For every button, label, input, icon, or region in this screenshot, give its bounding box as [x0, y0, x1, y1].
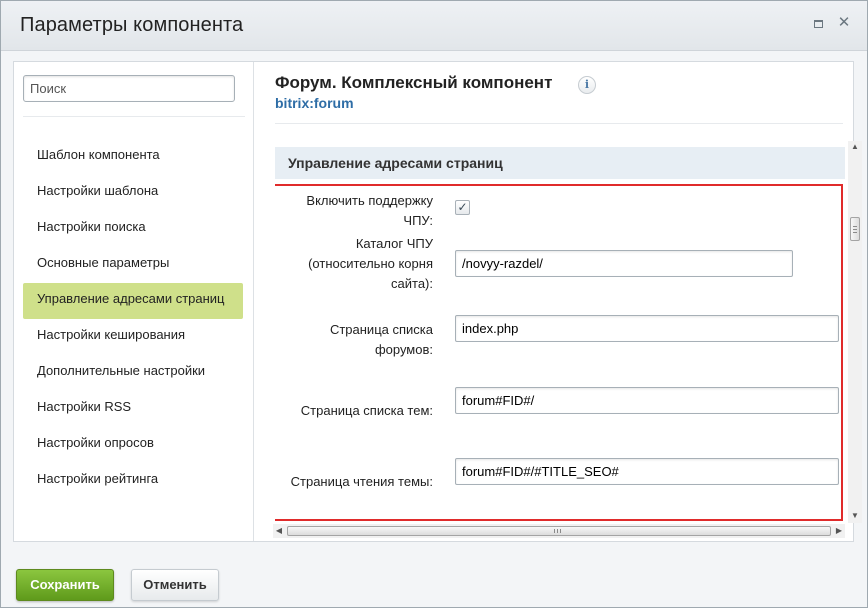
vertical-scroll-thumb[interactable] — [850, 217, 860, 241]
forum-list-label-line2: форумов: — [374, 342, 433, 357]
topic-read-label: Страница чтения темы: — [290, 474, 433, 489]
topic-list-label: Страница списка тем: — [300, 403, 433, 418]
dialog-titlebar[interactable]: Параметры компонента ✕ — [1, 1, 867, 51]
sef-folder-label-line3: сайта): — [391, 276, 433, 291]
sidebar-item-template[interactable]: Шаблон компонента — [23, 139, 243, 175]
sef-enable-label-line1: Включить поддержку — [306, 193, 433, 208]
main-panel: Форум. Комплексный компонент i bitrix:fo… — [255, 62, 862, 541]
horizontal-scroll-thumb[interactable] — [287, 526, 831, 536]
sidebar-item-rating[interactable]: Настройки рейтинга — [23, 463, 243, 499]
topic-read-input[interactable] — [455, 458, 839, 485]
component-title: Форум. Комплексный компонент — [275, 73, 553, 92]
scroll-right-icon[interactable]: ▶ — [834, 526, 844, 536]
sef-enable-label-line2: ЧПУ: — [403, 213, 433, 228]
sidebar-item-basic-params[interactable]: Основные параметры — [23, 247, 243, 283]
info-icon[interactable]: i — [578, 76, 596, 94]
sef-folder-label-line1: Каталог ЧПУ — [355, 236, 433, 251]
sef-folder-label: Каталог ЧПУ (относительно корня сайта): — [275, 234, 433, 294]
params-scroll-area: Управление адресами страниц Включить под… — [275, 141, 845, 521]
vertical-scrollbar[interactable]: ▲ ▼ — [848, 141, 862, 523]
save-button[interactable]: Сохранить — [16, 569, 114, 601]
sidebar-nav: Шаблон компонента Настройки шаблона Наст… — [23, 139, 243, 499]
dialog-content: Шаблон компонента Настройки шаблона Наст… — [13, 61, 862, 542]
sef-enable-checkbox[interactable]: ✓ — [455, 200, 470, 215]
sidebar-item-template-settings[interactable]: Настройки шаблона — [23, 175, 243, 211]
forum-list-label-line1: Страница списка — [329, 322, 433, 337]
sidebar-divider — [23, 116, 245, 117]
sidebar-item-cache[interactable]: Настройки кеширования — [23, 319, 243, 355]
horizontal-scrollbar[interactable]: ◀ ▶ — [273, 524, 845, 538]
sidebar-item-votes[interactable]: Настройки опросов — [23, 427, 243, 463]
topic-list-input[interactable] — [455, 387, 839, 414]
sidebar-item-search-settings[interactable]: Настройки поиска — [23, 211, 243, 247]
dialog-footer: Сохранить Отменить — [1, 555, 867, 608]
maximize-icon[interactable] — [810, 15, 826, 31]
section-header: Управление адресами страниц — [275, 147, 845, 179]
component-code: bitrix:forum — [275, 95, 354, 111]
close-icon[interactable]: ✕ — [836, 15, 852, 31]
header-divider — [275, 123, 843, 124]
sidebar-item-sef[interactable]: Управление адресами страниц — [23, 283, 243, 319]
scroll-up-icon[interactable]: ▲ — [850, 142, 860, 152]
sidebar: Шаблон компонента Настройки шаблона Наст… — [14, 62, 254, 541]
sidebar-item-additional[interactable]: Дополнительные настройки — [23, 355, 243, 391]
dialog-title: Параметры компонента — [20, 14, 244, 36]
scroll-left-icon[interactable]: ◀ — [274, 526, 284, 536]
search-input[interactable] — [23, 75, 235, 102]
sef-enable-label: Включить поддержку ЧПУ: — [275, 191, 433, 231]
sidebar-item-rss[interactable]: Настройки RSS — [23, 391, 243, 427]
forum-list-input[interactable] — [455, 315, 839, 342]
sef-folder-label-line2: (относительно корня — [308, 256, 433, 271]
cancel-button[interactable]: Отменить — [131, 569, 219, 601]
forum-list-label: Страница списка форумов: — [275, 320, 433, 360]
sef-folder-input[interactable] — [455, 250, 793, 277]
component-params-dialog: Параметры компонента ✕ Шаблон компонента… — [0, 0, 868, 608]
scroll-down-icon[interactable]: ▼ — [850, 511, 860, 521]
